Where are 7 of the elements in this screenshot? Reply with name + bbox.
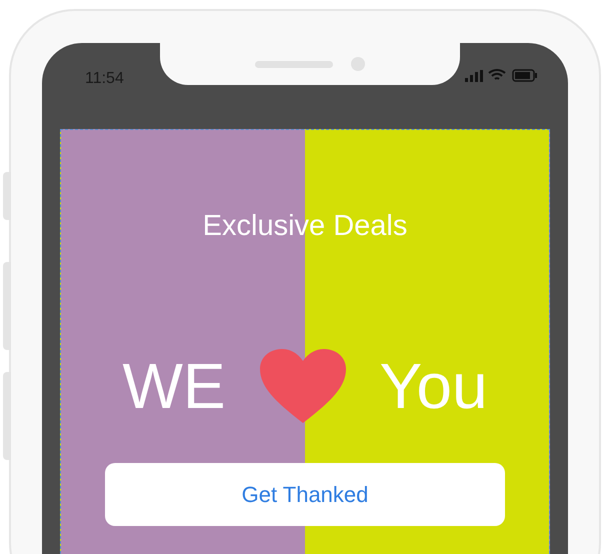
battery-icon	[512, 69, 538, 82]
get-thanked-button[interactable]: Get Thanked	[105, 462, 505, 526]
heart-icon	[260, 348, 346, 422]
headline-word: WE	[122, 354, 226, 418]
signal-icon	[465, 70, 483, 82]
wifi-icon	[488, 68, 506, 82]
headline-word: You	[380, 354, 488, 418]
